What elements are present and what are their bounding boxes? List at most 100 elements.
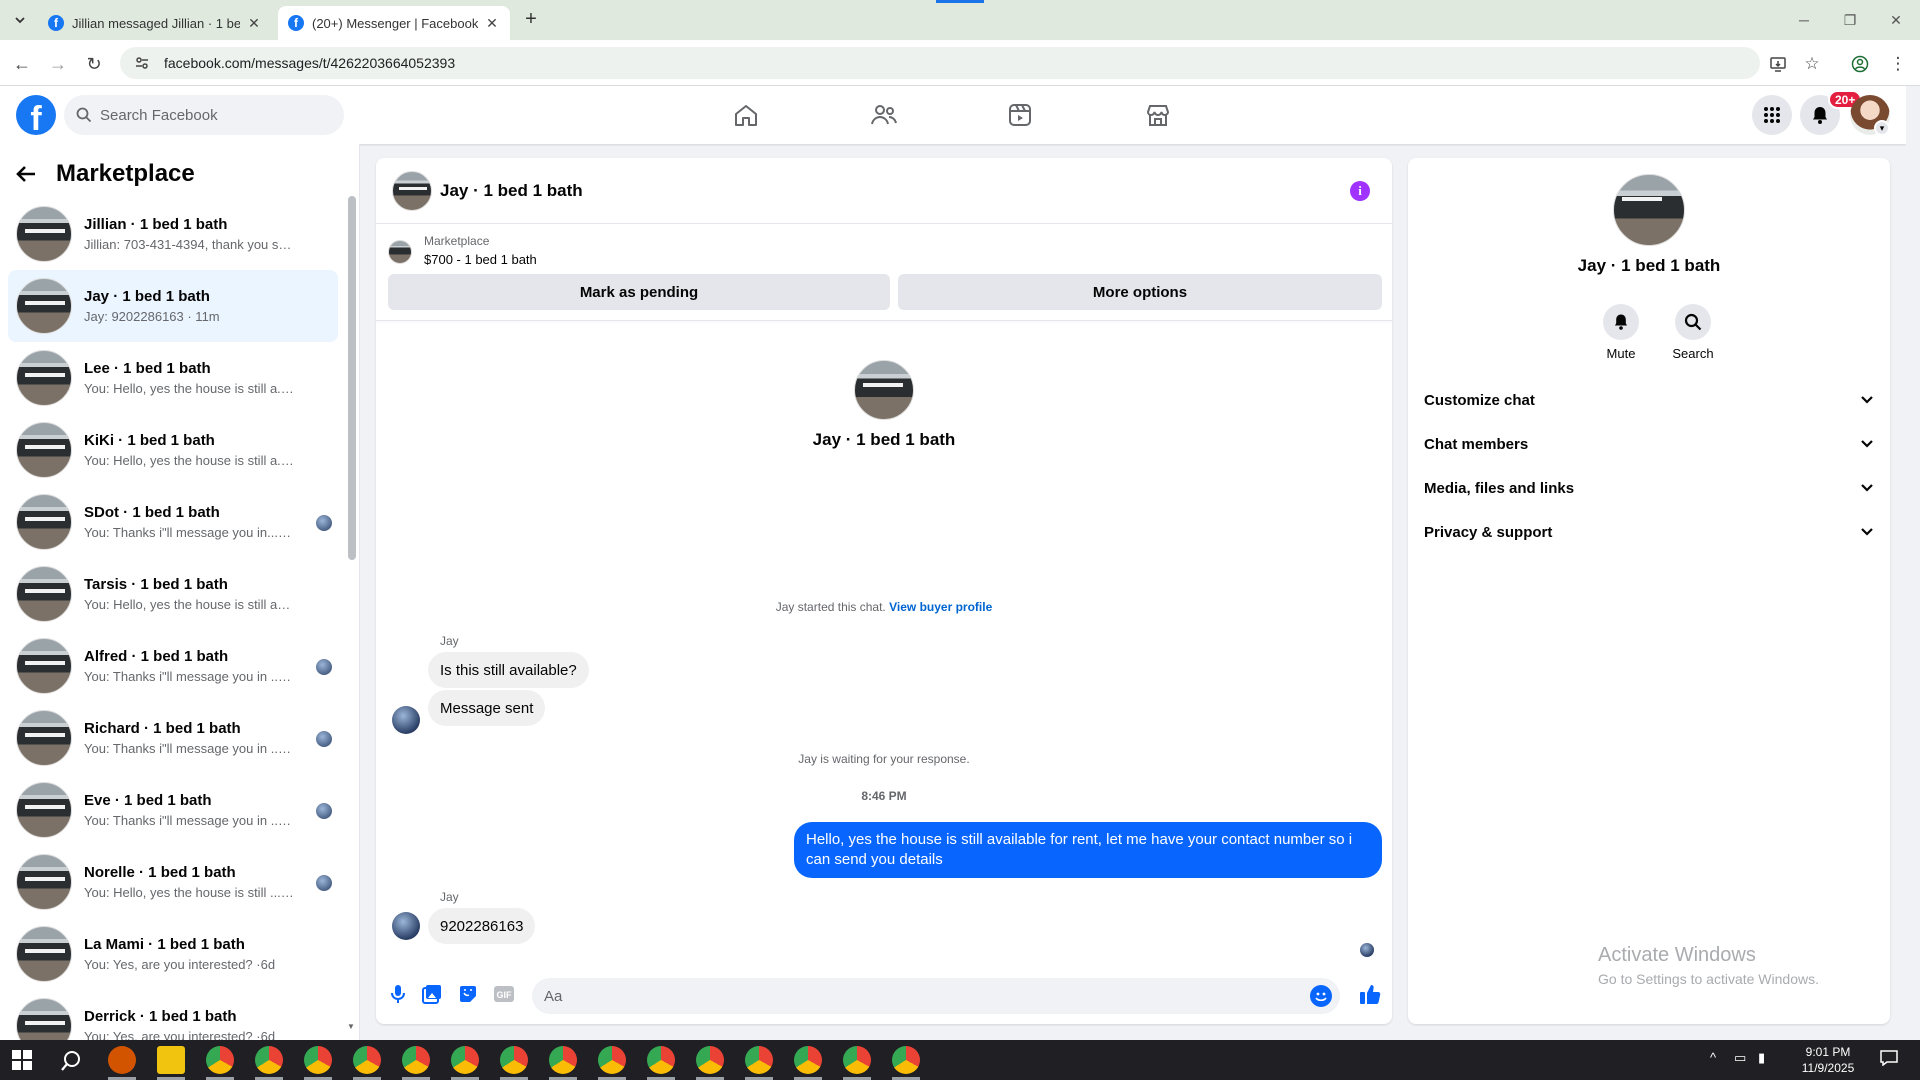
new-tab-button[interactable]: + <box>520 8 542 30</box>
taskbar-app-icon[interactable] <box>451 1046 479 1074</box>
gif-icon[interactable]: GIF <box>492 982 516 1006</box>
account-chevron-icon[interactable]: ▾ <box>1874 120 1890 136</box>
conversation-item[interactable]: Eve · 1 bed 1 bath You: Thanks i"ll messa… <box>8 774 338 846</box>
bookmark-star-icon[interactable]: ☆ <box>1800 52 1824 76</box>
page-scrollbar[interactable] <box>1906 86 1920 1040</box>
taskbar-app-icon[interactable] <box>402 1046 430 1074</box>
close-window-icon[interactable]: ✕ <box>1876 8 1916 32</box>
tray-chevron-icon[interactable]: ^ <box>1710 1050 1716 1065</box>
microphone-icon[interactable] <box>386 982 410 1006</box>
browser-menu-icon[interactable]: ⋮ <box>1886 52 1910 76</box>
search-icon[interactable] <box>1675 304 1711 340</box>
peer-avatar[interactable] <box>392 912 420 940</box>
address-bar[interactable]: facebook.com/messages/t/4262203664052393 <box>120 47 1760 79</box>
message-bubble-incoming[interactable]: 9202286163 <box>428 908 536 944</box>
intro-avatar[interactable] <box>854 360 914 420</box>
thumbs-up-icon[interactable] <box>1358 982 1382 1006</box>
taskbar-app-icon[interactable] <box>108 1046 136 1074</box>
conversation-item[interactable]: KiKi · 1 bed 1 bath You: Hello, yes the h… <box>8 414 338 486</box>
tab-close-icon[interactable]: ✕ <box>246 15 262 32</box>
taskbar-app-icon[interactable] <box>745 1046 773 1074</box>
profile-icon[interactable] <box>1848 52 1872 76</box>
friends-icon[interactable] <box>864 95 904 135</box>
scroll-down-icon[interactable]: ▼ <box>347 1022 355 1031</box>
privacy-support-section[interactable]: Privacy & support <box>1424 512 1874 552</box>
chat-members-section[interactable]: Chat members <box>1424 424 1874 464</box>
back-arrow-icon[interactable] <box>16 159 46 189</box>
browser-tab-messenger[interactable]: f (20+) Messenger | Facebook ✕ <box>278 6 510 40</box>
browser-tab-jillian[interactable]: f Jillian messaged Jillian · 1 bed 1 ✕ <box>38 6 272 40</box>
more-options-button[interactable]: More options <box>898 274 1382 310</box>
taskbar-app-icon[interactable] <box>500 1046 528 1074</box>
tab-search-chevron-icon[interactable] <box>10 10 30 30</box>
info-icon[interactable]: i <box>1350 181 1370 201</box>
search-facebook-input[interactable] <box>100 106 320 124</box>
info-avatar[interactable] <box>1613 174 1685 246</box>
facebook-logo[interactable]: f <box>16 95 56 135</box>
media-files-links-section[interactable]: Media, files and links <box>1424 468 1874 508</box>
chat-avatar[interactable] <box>392 170 432 211</box>
conversation-item[interactable]: Richard · 1 bed 1 bath You: Thanks i"ll m… <box>8 702 338 774</box>
message-bubble-incoming[interactable]: Message sent <box>428 690 546 726</box>
menu-grid-icon[interactable] <box>1752 95 1792 135</box>
minimize-icon[interactable]: ─ <box>1784 8 1824 32</box>
facebook-search[interactable] <box>64 95 344 135</box>
conversation-item[interactable]: Jillian · 1 bed 1 bath Jillian: 703-431-4… <box>8 198 338 270</box>
conversation-item[interactable]: Jay · 1 bed 1 bath Jay: 9202286163 · 11m <box>8 270 338 342</box>
chat-title[interactable]: Jay · 1 bed 1 bath <box>440 181 583 201</box>
network-icon[interactable]: ▭ <box>1734 1050 1746 1066</box>
conversation-preview: Jillian: 703-431-4394, thank you so... ·… <box>84 237 294 252</box>
peer-avatar[interactable] <box>392 706 420 734</box>
taskbar-app-icon[interactable] <box>843 1046 871 1074</box>
taskbar-app-icon[interactable] <box>157 1046 185 1074</box>
forward-icon[interactable]: → <box>46 52 70 76</box>
tab-close-icon[interactable]: ✕ <box>484 15 500 32</box>
message-input-box[interactable] <box>532 978 1340 1014</box>
conversation-item[interactable]: Tarsis · 1 bed 1 bath You: Hello, yes the… <box>8 558 338 630</box>
conversation-item[interactable]: La Mami · 1 bed 1 bath You: Yes, are you … <box>8 918 338 990</box>
listing-summary[interactable]: Marketplace $700 - 1 bed 1 bath <box>388 234 537 267</box>
message-input[interactable] <box>544 987 1284 1005</box>
restore-icon[interactable]: ❐ <box>1830 8 1870 32</box>
view-buyer-profile-link[interactable]: View buyer profile <box>889 600 992 614</box>
sticker-icon[interactable] <box>456 982 480 1006</box>
taskbar-app-icon[interactable] <box>598 1046 626 1074</box>
conversation-item[interactable]: Derrick · 1 bed 1 bath You: Yes, are you … <box>8 990 338 1040</box>
action-center-icon[interactable] <box>1880 1050 1898 1069</box>
bell-icon[interactable] <box>1603 304 1639 340</box>
taskbar-app-icon[interactable] <box>696 1046 724 1074</box>
reload-icon[interactable]: ↻ <box>82 52 106 76</box>
message-bubble-incoming[interactable]: Is this still available? <box>428 652 589 688</box>
conversation-item[interactable]: Norelle · 1 bed 1 bath You: Hello, yes th… <box>8 846 338 918</box>
emoji-icon[interactable] <box>1310 985 1332 1007</box>
install-app-icon[interactable] <box>1766 52 1790 76</box>
taskbar-app-icon[interactable] <box>892 1046 920 1074</box>
video-icon[interactable] <box>1000 95 1040 135</box>
taskbar-clock[interactable]: 9:01 PM 11/9/2025 <box>1790 1044 1866 1076</box>
conversation-item[interactable]: SDot · 1 bed 1 bath You: Thanks i"ll mess… <box>8 486 338 558</box>
conversation-item[interactable]: Alfred · 1 bed 1 bath You: Thanks i"ll me… <box>8 630 338 702</box>
taskbar-app-icon[interactable] <box>549 1046 577 1074</box>
marketplace-icon[interactable] <box>1138 95 1178 135</box>
taskbar-app-icon[interactable] <box>353 1046 381 1074</box>
search-action[interactable]: Search <box>1663 304 1723 361</box>
taskbar-app-icon[interactable] <box>304 1046 332 1074</box>
sidebar-scrollbar[interactable] <box>348 196 356 560</box>
message-bubble-outgoing[interactable]: Hello, yes the house is still available … <box>794 822 1382 878</box>
taskbar-app-icon[interactable] <box>647 1046 675 1074</box>
home-icon[interactable] <box>726 95 766 135</box>
taskbar-app-icon[interactable] <box>255 1046 283 1074</box>
customize-chat-section[interactable]: Customize chat <box>1424 380 1874 420</box>
back-icon[interactable]: ← <box>10 52 34 76</box>
windows-start-icon[interactable] <box>12 1050 32 1070</box>
site-settings-icon[interactable] <box>134 55 150 71</box>
taskbar-app-icon[interactable] <box>794 1046 822 1074</box>
mute-action[interactable]: Mute <box>1591 304 1651 361</box>
taskbar-app-icon[interactable] <box>206 1046 234 1074</box>
taskbar-search-icon[interactable] <box>60 1050 82 1076</box>
mark-as-pending-button[interactable]: Mark as pending <box>388 274 890 310</box>
conversation-item[interactable]: Lee · 1 bed 1 bath You: Hello, yes the ho… <box>8 342 338 414</box>
facebook-favicon-icon: f <box>48 15 64 31</box>
photo-icon[interactable] <box>420 982 444 1006</box>
battery-icon[interactable]: ▮ <box>1758 1050 1765 1066</box>
